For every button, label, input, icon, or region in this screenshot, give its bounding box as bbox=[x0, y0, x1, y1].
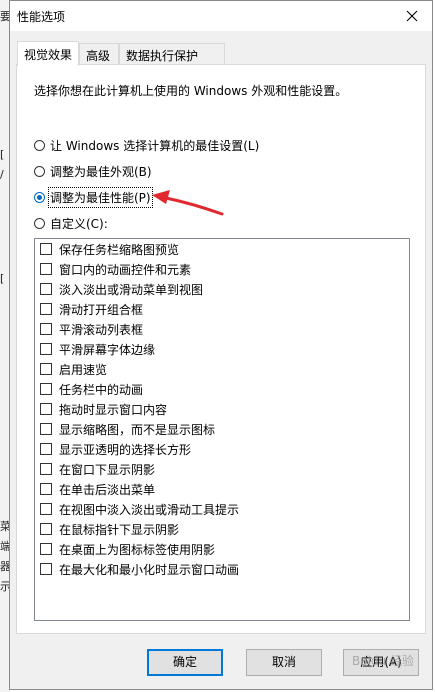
list-item[interactable]: 淡入淡出或滑动菜单到视图 bbox=[40, 280, 203, 298]
radio-label: 调整为最佳外观(B) bbox=[50, 164, 152, 179]
checkbox[interactable] bbox=[40, 343, 52, 355]
title-bar: 性能选项 bbox=[10, 1, 432, 31]
radio-button[interactable] bbox=[34, 139, 45, 151]
list-item[interactable]: 启用速览 bbox=[40, 360, 107, 378]
checkbox[interactable] bbox=[40, 303, 52, 315]
checkbox-label: 任务栏中的动画 bbox=[59, 382, 144, 397]
background-text: / bbox=[0, 168, 4, 181]
list-item[interactable]: 在鼠标指针下显示阴影 bbox=[40, 520, 179, 538]
checkbox-label: 滑动打开组合框 bbox=[59, 302, 144, 317]
checkbox[interactable] bbox=[40, 263, 52, 275]
checkbox[interactable] bbox=[40, 503, 52, 515]
checkbox[interactable] bbox=[40, 243, 52, 255]
background-text: [ bbox=[0, 148, 5, 161]
list-item[interactable]: 拖动时显示窗口内容 bbox=[40, 400, 167, 418]
checkbox-label: 平滑屏幕字体边缘 bbox=[59, 342, 156, 357]
list-item[interactable]: 平滑滚动列表框 bbox=[40, 320, 143, 338]
checkbox[interactable] bbox=[40, 463, 52, 475]
list-item[interactable]: 保存任务栏缩略图预览 bbox=[40, 240, 179, 258]
checkbox-label: 淡入淡出或滑动菜单到视图 bbox=[59, 282, 204, 297]
checkbox-label: 在单击后淡出菜单 bbox=[59, 482, 156, 497]
checkbox[interactable] bbox=[40, 283, 52, 295]
cancel-button[interactable]: 取消 bbox=[246, 649, 322, 676]
close-icon bbox=[406, 10, 418, 22]
checkbox[interactable] bbox=[40, 443, 52, 455]
radio-button[interactable] bbox=[34, 217, 45, 229]
checkbox-label: 在视图中淡入淡出或滑动工具提示 bbox=[59, 502, 240, 517]
radio-label: 让 Windows 选择计算机的最佳设置(L) bbox=[50, 138, 260, 153]
tab-visual-effects[interactable]: 视觉效果 bbox=[17, 41, 79, 66]
checkbox[interactable] bbox=[40, 323, 52, 335]
radio-let-windows-choose[interactable]: 让 Windows 选择计算机的最佳设置(L) bbox=[34, 136, 259, 154]
list-item[interactable]: 显示缩略图，而不是显示图标 bbox=[40, 420, 215, 438]
tab-data-execution-prevention[interactable]: 数据执行保护 bbox=[119, 43, 225, 64]
list-item[interactable]: 滑动打开组合框 bbox=[40, 300, 143, 318]
checkbox-label: 显示缩略图，而不是显示图标 bbox=[59, 422, 216, 437]
checkbox-label: 拖动时显示窗口内容 bbox=[59, 402, 168, 417]
list-item[interactable]: 显示亚透明的选择长方形 bbox=[40, 440, 191, 458]
list-item[interactable]: 平滑屏幕字体边缘 bbox=[40, 340, 155, 358]
visual-effects-panel: 选择你想在此计算机上使用的 Windows 外观和性能设置。 让 Windows… bbox=[16, 64, 426, 634]
red-annotation-arrow-icon bbox=[152, 190, 224, 216]
checkbox-label: 显示亚透明的选择长方形 bbox=[59, 442, 192, 457]
checkbox[interactable] bbox=[40, 423, 52, 435]
checkbox[interactable] bbox=[40, 483, 52, 495]
radio-button[interactable] bbox=[34, 165, 45, 177]
list-item[interactable]: 在桌面上为图标标签使用阴影 bbox=[40, 540, 215, 558]
radio-label: 自定义(C): bbox=[50, 216, 108, 231]
checkbox[interactable] bbox=[40, 363, 52, 375]
checkbox[interactable] bbox=[40, 403, 52, 415]
checkbox-label: 启用速览 bbox=[59, 362, 108, 377]
checkbox[interactable] bbox=[40, 523, 52, 535]
description-text: 选择你想在此计算机上使用的 Windows 外观和性能设置。 bbox=[34, 84, 348, 98]
tab-advanced[interactable]: 高级 bbox=[79, 43, 119, 64]
radio-button-selected[interactable] bbox=[34, 191, 45, 203]
list-item[interactable]: 在单击后淡出菜单 bbox=[40, 480, 155, 498]
close-button[interactable] bbox=[392, 1, 432, 31]
checkbox[interactable] bbox=[40, 383, 52, 395]
list-item[interactable]: 在最大化和最小化时显示窗口动画 bbox=[40, 560, 239, 578]
checkbox-label: 平滑滚动列表框 bbox=[59, 322, 144, 337]
radio-best-performance[interactable]: 调整为最佳性能(P) bbox=[34, 186, 153, 208]
checkbox-label: 在窗口下显示阴影 bbox=[59, 462, 156, 477]
checkbox[interactable] bbox=[40, 543, 52, 555]
radio-label: 调整为最佳性能(P) bbox=[48, 186, 153, 208]
performance-options-dialog: 性能选项 视觉效果 高级 数据执行保护 选择你想在此计算机上使用的 Window… bbox=[9, 0, 433, 690]
radio-best-appearance[interactable]: 调整为最佳外观(B) bbox=[34, 162, 152, 180]
ok-button[interactable]: 确定 bbox=[147, 649, 223, 676]
dialog-title: 性能选项 bbox=[17, 10, 66, 24]
checkbox-label: 窗口内的动画控件和元素 bbox=[59, 262, 192, 277]
checkbox-label: 在最大化和最小化时显示窗口动画 bbox=[59, 562, 240, 577]
list-item[interactable]: 任务栏中的动画 bbox=[40, 380, 143, 398]
list-item[interactable]: 在窗口下显示阴影 bbox=[40, 460, 155, 478]
effects-checkbox-list[interactable]: 保存任务栏缩略图预览 窗口内的动画控件和元素 淡入淡出或滑动菜单到视图 滑动打开… bbox=[34, 238, 410, 621]
list-item[interactable]: 窗口内的动画控件和元素 bbox=[40, 260, 191, 278]
checkbox-label: 保存任务栏缩略图预览 bbox=[59, 242, 180, 257]
checkbox-label: 在鼠标指针下显示阴影 bbox=[59, 522, 180, 537]
baidu-watermark: Baidu 经验 bbox=[352, 654, 414, 668]
checkbox[interactable] bbox=[40, 563, 52, 575]
radio-custom[interactable]: 自定义(C): bbox=[34, 214, 108, 232]
list-item[interactable]: 在视图中淡入淡出或滑动工具提示 bbox=[40, 500, 239, 518]
background-text: [ bbox=[0, 272, 5, 285]
checkbox-label: 在桌面上为图标标签使用阴影 bbox=[59, 542, 216, 557]
